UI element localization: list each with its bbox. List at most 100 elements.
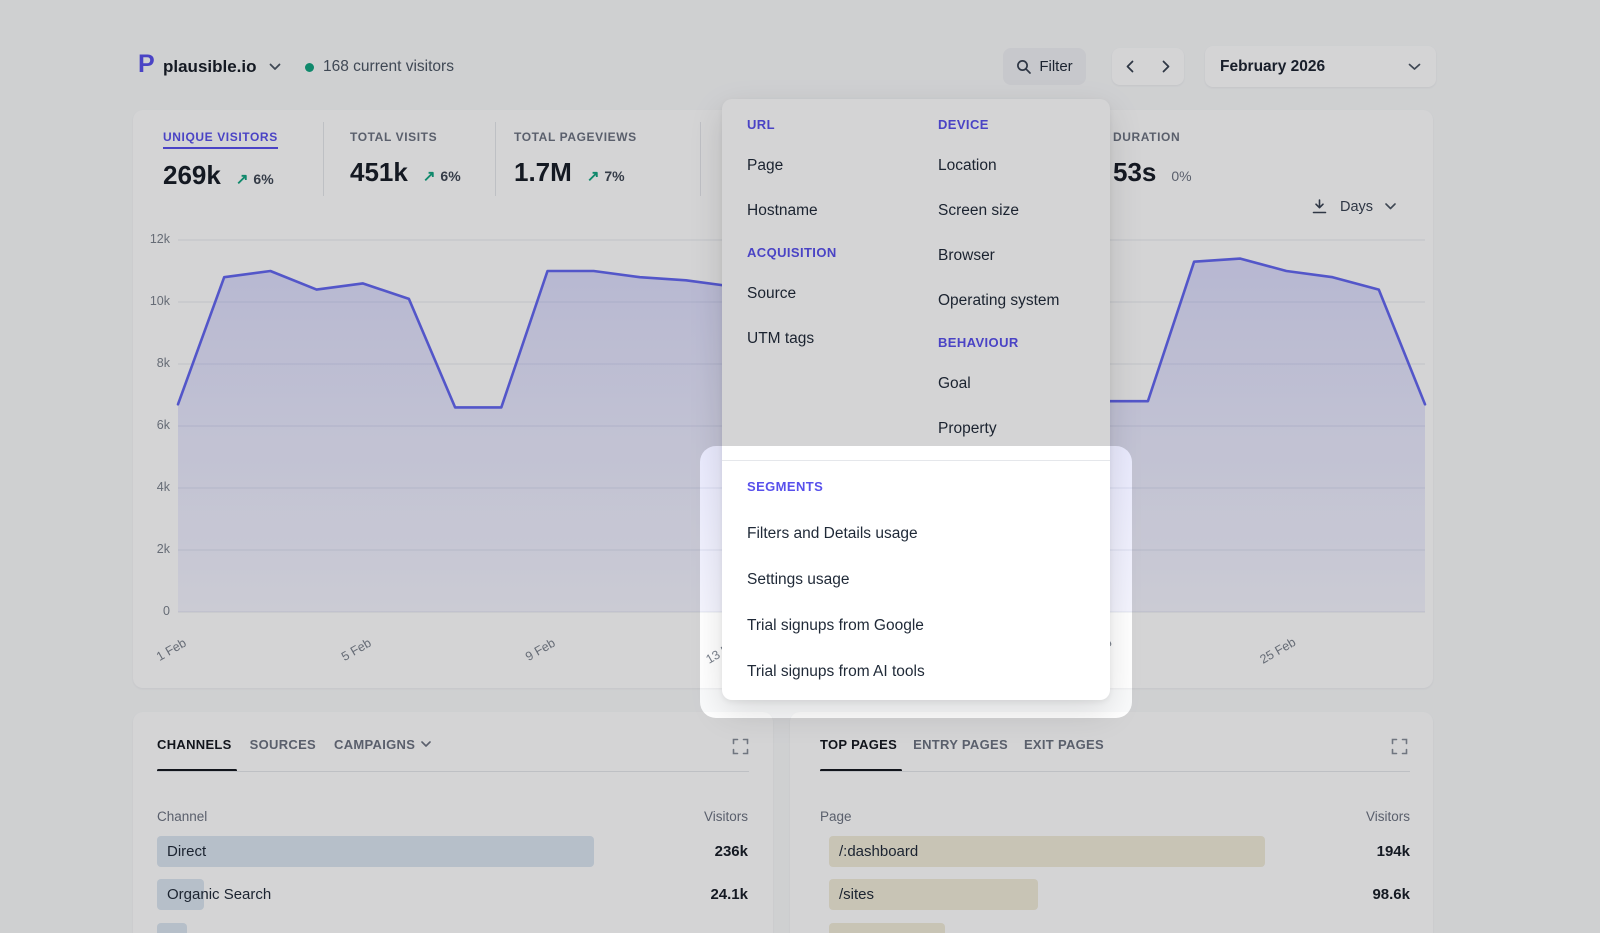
y-tick-label: 12k — [133, 232, 170, 246]
trend-up-icon: ↗ — [236, 170, 249, 188]
stat-total-visits[interactable]: TOTAL VISITS 451k ↗6% — [350, 128, 461, 188]
column-header: Visitors — [1366, 809, 1410, 824]
table-row[interactable] — [157, 923, 748, 933]
stat-unique-visitors[interactable]: UNIQUE VISITORS 269k ↗6% — [163, 128, 278, 191]
y-tick-label: 4k — [133, 480, 170, 494]
y-tick-label: 0 — [133, 604, 170, 618]
date-range-select[interactable]: February 2026 — [1205, 46, 1436, 87]
site-switcher[interactable]: plausible.io — [163, 53, 281, 81]
next-period-button[interactable] — [1148, 48, 1184, 85]
stat-label: TOTAL VISITS — [350, 130, 437, 144]
table-row[interactable] — [829, 923, 1410, 933]
trend-up-icon: ↗ — [587, 167, 600, 185]
expand-icon[interactable] — [1391, 738, 1408, 755]
filter-menu-item[interactable]: Trial signups from Google — [747, 603, 1085, 649]
filter-menu-column-device-behaviour: DEVICELocationScreen sizeBrowserOperatin… — [938, 105, 1098, 451]
channels-rows: Direct 236k Organic Search 24.1k — [157, 836, 748, 933]
filter-menu-item[interactable]: Hostname — [747, 188, 922, 233]
interval-select[interactable]: Days — [1340, 199, 1373, 215]
filter-menu-item[interactable]: Filters and Details usage — [747, 511, 1085, 557]
stat-value: 451k — [350, 157, 408, 188]
y-tick-label: 10k — [133, 294, 170, 308]
channels-card: CHANNELS SOURCES CAMPAIGNS Channel Visit… — [133, 712, 773, 933]
current-visitors[interactable]: 168 current visitors — [305, 53, 454, 81]
table-row[interactable]: /sites 98.6k — [829, 879, 1410, 910]
tab-exit-pages[interactable]: EXIT PAGES — [1024, 737, 1104, 752]
row-value: 194k — [1377, 836, 1410, 867]
row-bar — [157, 836, 594, 867]
y-tick-label: 6k — [133, 418, 170, 432]
segments-divider — [722, 460, 1110, 461]
stat-label: DURATION — [1113, 130, 1180, 144]
tab-top-pages[interactable]: TOP PAGES — [820, 737, 897, 752]
filter-section-header: BEHAVIOUR — [938, 323, 1098, 361]
x-tick-label: 1 Feb — [154, 636, 189, 664]
segments-section: SEGMENTS Filters and Details usageSetting… — [747, 467, 1085, 695]
filter-menu-item[interactable]: Location — [938, 143, 1098, 188]
row-value: 24.1k — [710, 879, 748, 910]
filter-menu-item[interactable]: Trial signups from AI tools — [747, 649, 1085, 695]
row-value: 98.6k — [1372, 879, 1410, 910]
filter-button-label: Filter — [1039, 58, 1072, 75]
column-header: Channel — [157, 809, 207, 824]
chevron-right-icon — [1162, 60, 1170, 73]
table-row[interactable]: /:dashboard 194k — [829, 836, 1410, 867]
stat-change: ↗6% — [423, 167, 461, 185]
download-icon[interactable] — [1311, 198, 1328, 215]
filter-menu-item[interactable]: Browser — [938, 233, 1098, 278]
stat-divider — [700, 122, 701, 196]
stat-value: 269k — [163, 160, 221, 191]
column-header: Visitors — [704, 809, 748, 824]
row-value: 236k — [715, 836, 748, 867]
pages-card: TOP PAGES ENTRY PAGES EXIT PAGES Page Vi… — [790, 712, 1433, 933]
filter-button[interactable]: Filter — [1003, 48, 1086, 85]
search-icon — [1016, 59, 1032, 75]
table-row[interactable]: Organic Search 24.1k — [157, 879, 748, 910]
chevron-down-icon — [1408, 63, 1421, 71]
stat-total-pageviews[interactable]: TOTAL PAGEVIEWS 1.7M ↗7% — [514, 128, 637, 188]
stat-change: ↗7% — [587, 167, 625, 185]
filter-section-header: SEGMENTS — [747, 467, 1085, 505]
stat-change: 0% — [1171, 168, 1191, 184]
filter-menu-item[interactable]: UTM tags — [747, 316, 922, 361]
filter-menu-item[interactable]: Property — [938, 406, 1098, 451]
chevron-down-icon — [421, 741, 431, 748]
x-tick-label: 9 Feb — [523, 636, 558, 664]
tab-channels[interactable]: CHANNELS — [157, 737, 232, 752]
row-bar — [829, 923, 945, 933]
current-visitors-label: 168 current visitors — [323, 58, 454, 76]
stat-value: 1.7M — [514, 157, 572, 188]
stat-duration[interactable]: DURATION 53s 0% — [1113, 128, 1192, 188]
pages-rows: /:dashboard 194k /sites 98.6k — [829, 836, 1410, 933]
filter-menu-item[interactable]: Goal — [938, 361, 1098, 406]
trend-up-icon: ↗ — [423, 167, 436, 185]
plausible-logo-icon: P — [138, 50, 155, 79]
row-label: Organic Search — [167, 879, 271, 910]
date-nav — [1112, 48, 1184, 85]
filter-section-header: DEVICE — [938, 105, 1098, 143]
channels-tabs: CHANNELS SOURCES CAMPAIGNS — [157, 737, 431, 752]
stat-label: TOTAL PAGEVIEWS — [514, 130, 637, 144]
tab-entry-pages[interactable]: ENTRY PAGES — [913, 737, 1008, 752]
filter-menu-item[interactable]: Settings usage — [747, 557, 1085, 603]
tabs-divider — [157, 771, 749, 772]
filter-menu-item[interactable]: Source — [747, 271, 922, 316]
chevron-down-icon[interactable] — [1385, 203, 1396, 210]
stat-value: 53s — [1113, 157, 1156, 188]
interval-control: Days — [1311, 198, 1396, 215]
expand-icon[interactable] — [732, 738, 749, 755]
table-row[interactable]: Direct 236k — [157, 836, 748, 867]
tab-campaigns[interactable]: CAMPAIGNS — [334, 737, 431, 752]
prev-period-button[interactable] — [1112, 48, 1148, 85]
live-dot-icon — [305, 63, 314, 72]
date-range-label: February 2026 — [1220, 58, 1408, 76]
tab-sources[interactable]: SOURCES — [250, 737, 316, 752]
row-label: Direct — [167, 836, 206, 867]
plausible-dashboard: P plausible.io 168 current visitors Filt… — [0, 0, 1600, 933]
filter-menu-item[interactable]: Screen size — [938, 188, 1098, 233]
filter-menu-item[interactable]: Page — [747, 143, 922, 188]
filter-section-header: URL — [747, 105, 922, 143]
filter-menu-item[interactable]: Operating system — [938, 278, 1098, 323]
row-label: /:dashboard — [839, 836, 918, 867]
row-bar — [157, 923, 187, 933]
